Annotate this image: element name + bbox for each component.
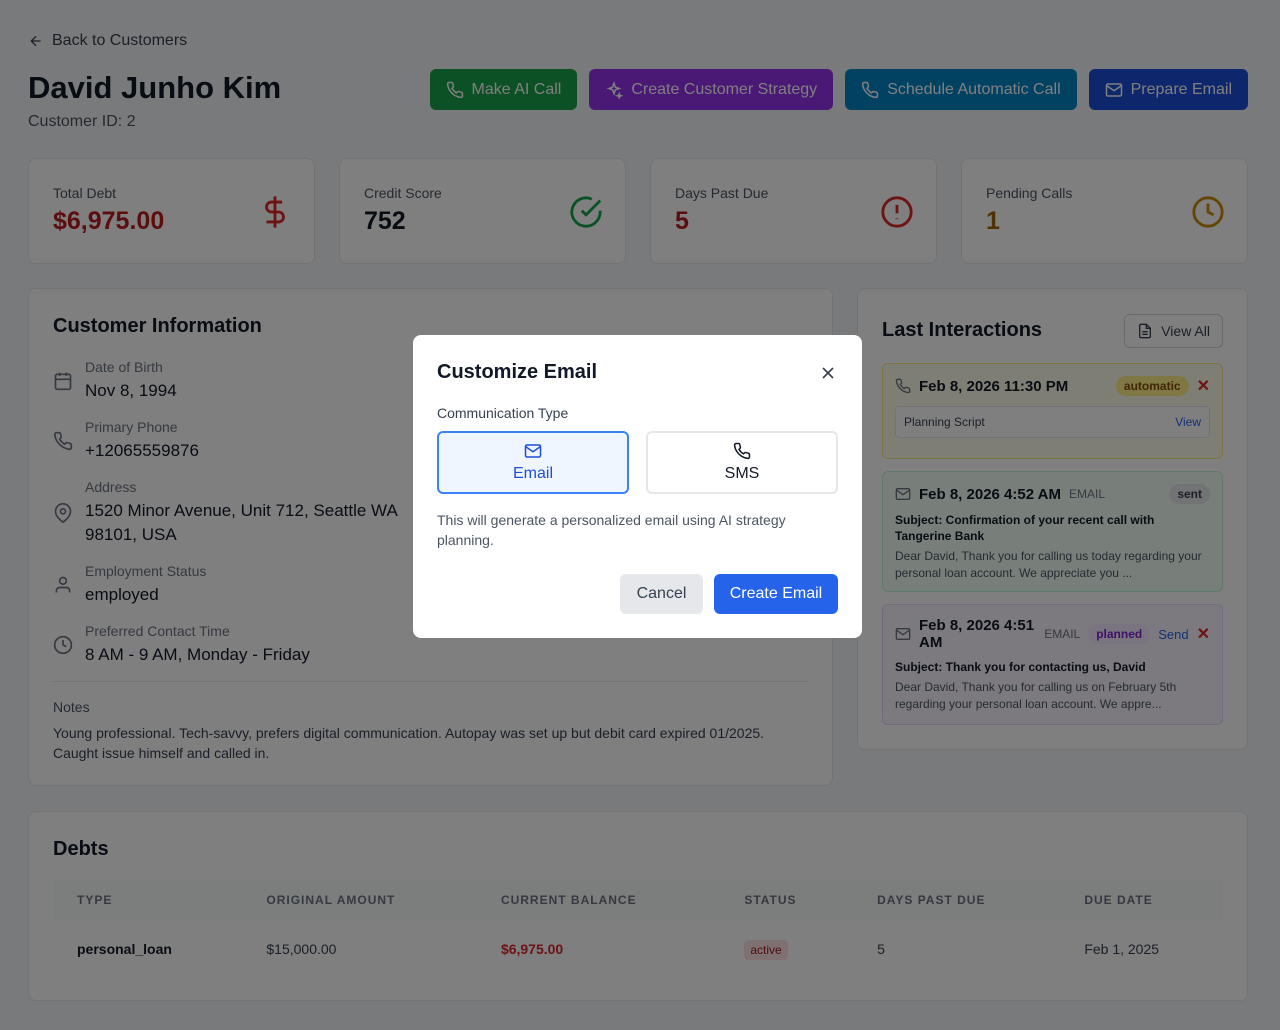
cancel-button[interactable]: Cancel — [620, 574, 703, 614]
close-icon[interactable] — [818, 363, 838, 383]
communication-type-label: Communication Type — [437, 405, 569, 421]
modal-description: This will generate a personalized email … — [437, 512, 786, 548]
sms-option[interactable]: SMS — [646, 431, 838, 494]
email-option[interactable]: Email — [437, 431, 629, 494]
create-email-button[interactable]: Create Email — [714, 574, 838, 614]
customize-email-modal: Customize Email Communication Type Email… — [413, 335, 862, 638]
phone-icon — [733, 442, 751, 460]
email-option-label: Email — [512, 465, 553, 482]
mail-icon — [524, 444, 542, 458]
sms-option-label: SMS — [724, 465, 760, 482]
modal-title: Customize Email — [437, 361, 598, 383]
